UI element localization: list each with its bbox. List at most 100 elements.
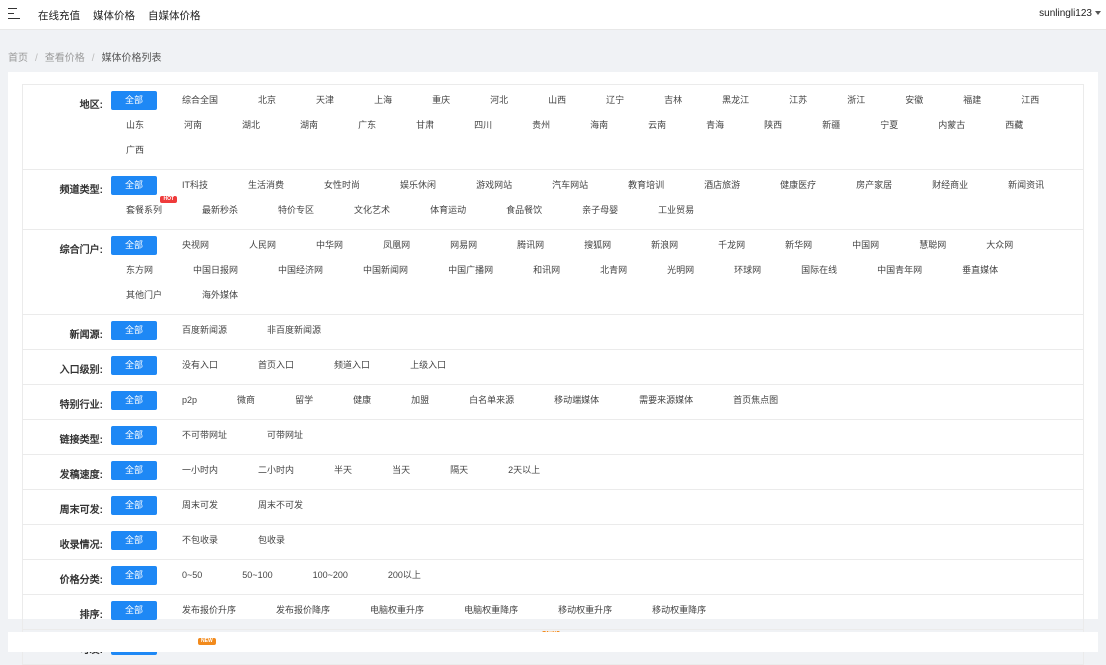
filter-option[interactable]: 隔天 <box>435 461 483 480</box>
filter-option[interactable]: 健康医疗 <box>765 176 831 195</box>
filter-option[interactable]: 腾讯网 <box>502 236 559 255</box>
filter-option[interactable]: 教育培训 <box>613 176 679 195</box>
filter-option[interactable]: 吉林 <box>649 91 697 110</box>
filter-option[interactable]: 贵州 <box>517 116 565 135</box>
filter-option[interactable]: 和讯网 <box>518 261 575 280</box>
filter-option[interactable]: 综合全国 <box>167 91 233 110</box>
filter-option[interactable]: 非百度新闻源 <box>252 321 336 340</box>
filter-option[interactable]: 浙江 <box>832 91 880 110</box>
filter-option[interactable]: 100~200 <box>298 566 363 585</box>
filter-option[interactable]: 北京 <box>243 91 291 110</box>
filter-option[interactable]: 慧聪网 <box>904 236 961 255</box>
menu-toggle-icon[interactable] <box>8 8 20 20</box>
filter-option[interactable]: 移动权重降序 <box>637 601 721 620</box>
chevron-down-icon[interactable] <box>1095 11 1101 15</box>
filter-option[interactable]: 周末不可发 <box>243 496 318 515</box>
filter-option[interactable]: 上级入口 <box>395 356 461 375</box>
filter-option[interactable]: 辽宁 <box>591 91 639 110</box>
filter-option[interactable]: 酒店旅游 <box>689 176 755 195</box>
filter-option[interactable]: 河南 <box>169 116 217 135</box>
filter-option[interactable]: 河北 <box>475 91 523 110</box>
filter-option[interactable]: 新浪网 <box>636 236 693 255</box>
filter-option[interactable]: 移动权重升序 <box>543 601 627 620</box>
filter-option[interactable]: 海外媒体 <box>187 286 253 305</box>
filter-option[interactable]: 山东 <box>111 116 159 135</box>
filter-option[interactable]: 不可带网址 <box>167 426 242 445</box>
filter-option-all[interactable]: 全部 <box>111 91 158 110</box>
filter-option[interactable]: 工业贸易 <box>643 201 709 220</box>
filter-option[interactable]: 一小时内 <box>167 461 233 480</box>
filter-option[interactable]: 中国日报网 <box>178 261 253 280</box>
filter-option[interactable]: 亲子母婴 <box>567 201 633 220</box>
filter-option[interactable]: 中国网 <box>837 236 894 255</box>
filter-option[interactable]: 上海 <box>359 91 407 110</box>
filter-option[interactable]: 黑龙江 <box>707 91 764 110</box>
filter-option[interactable]: 环球网 <box>719 261 776 280</box>
filter-option[interactable]: 新闻资讯 <box>993 176 1059 195</box>
filter-option[interactable]: 不包收录 <box>167 531 233 550</box>
filter-option[interactable]: 湖南 <box>285 116 333 135</box>
filter-option-all[interactable]: 全部 <box>111 531 158 550</box>
filter-option[interactable]: 首页入口 <box>243 356 309 375</box>
filter-option-all[interactable]: 全部 <box>111 356 158 375</box>
filter-option[interactable]: 中华网 <box>301 236 358 255</box>
filter-option[interactable]: 发布报价升序 <box>167 601 251 620</box>
filter-option[interactable]: 搜狐网 <box>569 236 626 255</box>
filter-option[interactable]: 生活消费 <box>233 176 299 195</box>
filter-option[interactable]: 广东 <box>343 116 391 135</box>
nav-item-media-price[interactable]: 媒体价格 <box>93 8 135 23</box>
filter-option-all[interactable]: 全部 <box>111 391 158 410</box>
breadcrumb-view-price[interactable]: 查看价格 <box>45 53 85 64</box>
filter-option[interactable]: 首页焦点图 <box>718 391 793 410</box>
filter-option-all[interactable]: 全部 <box>111 176 158 195</box>
filter-option-all[interactable]: 全部 <box>111 321 158 340</box>
filter-option[interactable]: p2p <box>167 391 212 410</box>
filter-option[interactable]: 光明网 <box>652 261 709 280</box>
filter-option[interactable]: 发布报价降序 <box>261 601 345 620</box>
filter-option[interactable]: 湖北 <box>227 116 275 135</box>
filter-option[interactable]: 人民网 <box>234 236 291 255</box>
filter-option[interactable]: 青海 <box>691 116 739 135</box>
filter-option-all[interactable]: 全部 <box>111 426 158 445</box>
nav-item-self-media-price[interactable]: 自媒体价格 <box>148 8 201 23</box>
breadcrumb-home[interactable]: 首页 <box>8 53 28 64</box>
filter-option[interactable]: 频道入口 <box>319 356 385 375</box>
filter-option[interactable]: 娱乐休闲 <box>385 176 451 195</box>
filter-option[interactable]: 宁夏 <box>865 116 913 135</box>
filter-option[interactable]: 0~50 <box>167 566 217 585</box>
filter-option[interactable]: 网易网 <box>435 236 492 255</box>
filter-option[interactable]: 房产家居 <box>841 176 907 195</box>
filter-option[interactable]: 文化艺术 <box>339 201 405 220</box>
filter-option[interactable]: 健康 <box>338 391 386 410</box>
filter-option[interactable]: 百度新闻源 <box>167 321 242 340</box>
filter-option-all[interactable]: 全部 <box>111 236 158 255</box>
filter-option[interactable]: 江西 <box>1006 91 1054 110</box>
filter-option[interactable]: 电脑权重升序 <box>355 601 439 620</box>
filter-option[interactable]: 中国新闻网 <box>348 261 423 280</box>
filter-option[interactable]: 特价专区 <box>263 201 329 220</box>
filter-option[interactable]: 广西 <box>111 141 159 160</box>
filter-option[interactable]: 其他门户 <box>111 286 177 305</box>
filter-option[interactable]: 50~100 <box>227 566 287 585</box>
filter-option[interactable]: 游戏网站 <box>461 176 527 195</box>
filter-option[interactable]: 汽车网站 <box>537 176 603 195</box>
filter-option[interactable]: 当天 <box>377 461 425 480</box>
filter-option[interactable]: 白名单来源 <box>454 391 529 410</box>
filter-option[interactable]: 2天以上 <box>493 461 555 480</box>
filter-option-all[interactable]: 全部 <box>111 496 158 515</box>
filter-option[interactable]: 电脑权重降序 <box>449 601 533 620</box>
filter-option[interactable]: 移动端媒体 <box>539 391 614 410</box>
filter-option[interactable]: 微商 <box>222 391 270 410</box>
filter-option[interactable]: 没有入口 <box>167 356 233 375</box>
filter-option[interactable]: 安徽 <box>890 91 938 110</box>
filter-option[interactable]: 陕西 <box>749 116 797 135</box>
filter-option[interactable]: 最新秒杀 <box>187 201 253 220</box>
filter-option[interactable]: 国际在线 <box>786 261 852 280</box>
filter-option[interactable]: 200以上 <box>373 566 436 585</box>
filter-option[interactable]: 央视网 <box>167 236 224 255</box>
filter-option[interactable]: 重庆 <box>417 91 465 110</box>
filter-option[interactable]: 财经商业 <box>917 176 983 195</box>
filter-option-all[interactable]: 全部 <box>111 601 158 620</box>
filter-option[interactable]: 中国青年网 <box>862 261 937 280</box>
filter-option[interactable]: 东方网 <box>111 261 168 280</box>
